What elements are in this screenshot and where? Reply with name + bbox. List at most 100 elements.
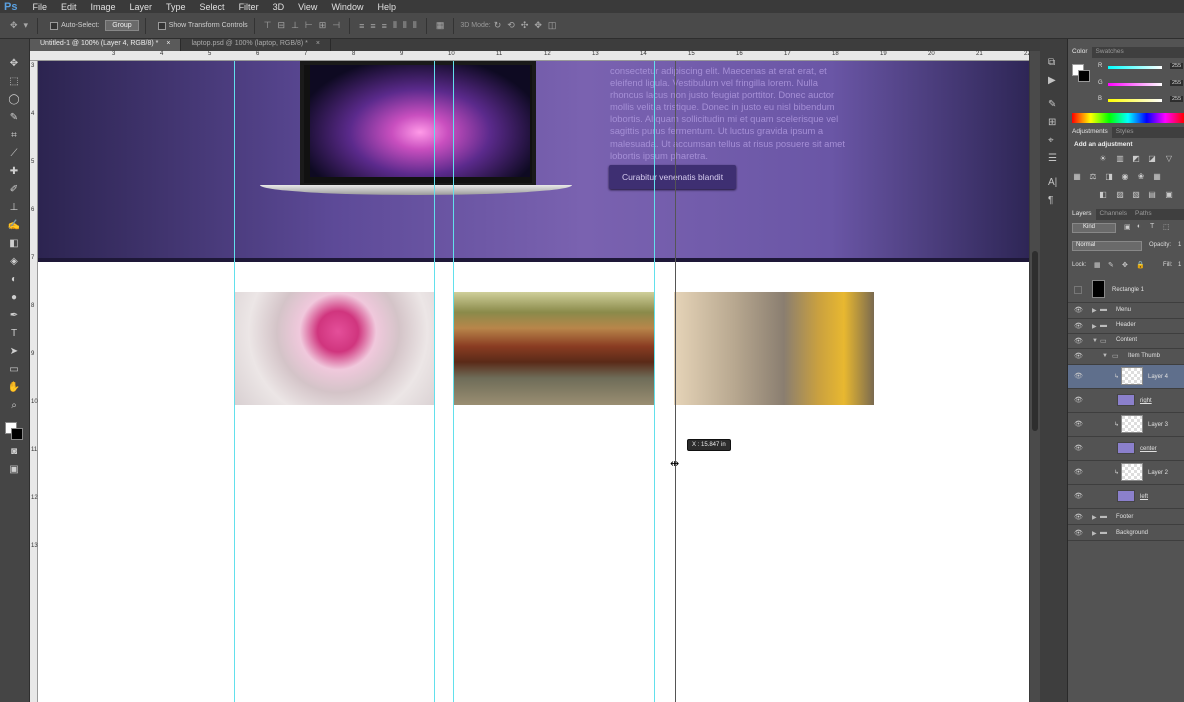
menu-edit[interactable]: Edit	[54, 2, 84, 12]
auto-select-checkbox[interactable]	[50, 21, 59, 30]
distribute-center-icon[interactable]: ⦀	[403, 20, 407, 31]
distribute-middle-icon[interactable]: ≡	[370, 21, 375, 31]
eye-icon[interactable]: 👁	[1074, 420, 1083, 428]
eyedropper-tool-icon[interactable]: ⟋	[7, 148, 21, 160]
channel-value[interactable]: 255	[1170, 96, 1184, 102]
filter-shape-icon[interactable]: ⬚	[1163, 223, 1170, 231]
blend-mode-dropdown[interactable]: Normal	[1072, 241, 1142, 251]
channel-value[interactable]: 255	[1170, 63, 1184, 69]
tab-layers[interactable]: Layers	[1068, 209, 1096, 220]
auto-select-dropdown[interactable]: Group	[105, 20, 139, 31]
eye-icon[interactable]: 👁	[1074, 337, 1083, 345]
layer-row[interactable]: 👁 ▼ ▭ Item Thumb	[1068, 349, 1184, 365]
menu-filter[interactable]: Filter	[232, 2, 266, 12]
black-white-icon[interactable]: ◨	[1104, 172, 1114, 182]
red-slider[interactable]	[1108, 66, 1162, 69]
auto-align-icon[interactable]: ▦	[436, 20, 445, 31]
threshold-icon[interactable]: ▧	[1131, 190, 1141, 200]
blur-tool-icon[interactable]: ◐	[7, 274, 21, 286]
distribute-top-icon[interactable]: ≡	[359, 21, 364, 31]
3d-scale-icon[interactable]: ◫	[548, 20, 557, 31]
properties-panel-icon[interactable]: ☰	[1048, 153, 1057, 164]
gradient-map-icon[interactable]: ▤	[1147, 190, 1157, 200]
chevron-right-icon[interactable]: ▶	[1092, 323, 1097, 330]
layer-filter-dropdown[interactable]: Kind	[1072, 223, 1116, 233]
tab-color[interactable]: Color	[1068, 47, 1092, 58]
lock-all-icon[interactable]: 🔒	[1136, 261, 1145, 269]
menu-view[interactable]: View	[291, 2, 324, 12]
clone-source-panel-icon[interactable]: ⊞	[1048, 117, 1056, 128]
shape-tool-icon[interactable]: ▭	[7, 364, 21, 376]
layer-row[interactable]: 👁 right	[1068, 389, 1184, 413]
lock-transparency-icon[interactable]: ▦	[1094, 261, 1101, 269]
photo-filter-icon[interactable]: ◉	[1120, 172, 1130, 182]
3d-roll-icon[interactable]: ⟲	[507, 20, 515, 31]
cta-button[interactable]: Curabitur venenatis blandit	[609, 165, 736, 189]
filter-pixel-icon[interactable]: ▣	[1124, 223, 1131, 231]
align-center-icon[interactable]: ⊞	[319, 20, 327, 31]
layer-row-selected[interactable]: 👁 ↳ Layer 4	[1068, 365, 1184, 389]
tab-styles[interactable]: Styles	[1112, 127, 1138, 138]
tab-swatches[interactable]: Swatches	[1092, 47, 1128, 58]
history-brush-tool-icon[interactable]: ✍	[7, 220, 21, 232]
menu-3d[interactable]: 3D	[266, 2, 292, 12]
tool-preset-chevron-icon[interactable]: ▾	[24, 20, 29, 31]
layer-row[interactable]: Rectangle 1	[1068, 278, 1184, 303]
eye-icon[interactable]: 👁	[1074, 444, 1083, 452]
posterize-icon[interactable]: ▨	[1115, 190, 1125, 200]
path-select-tool-icon[interactable]: ➤	[7, 346, 21, 358]
align-middle-icon[interactable]: ⊟	[278, 20, 286, 31]
tool-presets-panel-icon[interactable]: ⌖	[1048, 135, 1054, 146]
layer-row[interactable]: 👁 left	[1068, 485, 1184, 509]
layer-row[interactable]: 👁 ▶ ▬ Menu	[1068, 303, 1184, 319]
brush-tool-icon[interactable]: ✐	[7, 184, 21, 196]
show-transform-checkbox[interactable]	[157, 21, 166, 30]
align-bottom-icon[interactable]: ⊥	[291, 20, 299, 31]
menu-help[interactable]: Help	[370, 2, 403, 12]
guide-line[interactable]	[654, 61, 655, 702]
color-balance-icon[interactable]: ⚖	[1088, 172, 1098, 182]
scrollbar-thumb[interactable]	[1032, 251, 1038, 431]
eye-icon[interactable]: 👁	[1074, 306, 1083, 314]
eye-icon[interactable]: 👁	[1074, 529, 1083, 537]
eye-icon[interactable]: 👁	[1074, 322, 1083, 330]
hand-tool-icon[interactable]: ✋	[7, 382, 21, 394]
distribute-right-icon[interactable]: ⦀	[413, 20, 417, 31]
filter-adjustment-icon[interactable]: ◐	[1137, 223, 1141, 230]
close-icon[interactable]: ×	[316, 40, 320, 47]
align-left-icon[interactable]: ⊢	[305, 20, 313, 31]
lock-position-icon[interactable]: ✥	[1122, 261, 1128, 269]
dragging-guide-line[interactable]	[675, 61, 676, 702]
quick-select-tool-icon[interactable]: ✎	[7, 112, 21, 124]
menu-type[interactable]: Type	[159, 2, 193, 12]
layer-row[interactable]: 👁 ↳ Layer 3	[1068, 413, 1184, 437]
hue-saturation-icon[interactable]: ▦	[1072, 172, 1082, 182]
quick-mask-icon[interactable]: ◙	[7, 446, 21, 458]
move-tool-icon[interactable]: ✥	[7, 58, 21, 70]
close-icon[interactable]: ×	[166, 40, 170, 47]
color-lookup-icon[interactable]: ▦	[1152, 172, 1162, 182]
tab-paths[interactable]: Paths	[1131, 209, 1156, 220]
tab-untitled-1[interactable]: Untitled-1 @ 100% (Layer 4, RGB/8) * ×	[30, 39, 182, 51]
layer-row[interactable]: 👁 center	[1068, 437, 1184, 461]
chevron-right-icon[interactable]: ▶	[1092, 307, 1097, 314]
move-tool-icon[interactable]: ✥	[10, 20, 18, 31]
menu-file[interactable]: File	[25, 2, 54, 12]
type-tool-icon[interactable]: T	[7, 328, 21, 340]
tab-channels[interactable]: Channels	[1096, 209, 1131, 220]
distribute-bottom-icon[interactable]: ≡	[382, 21, 387, 31]
paragraph-panel-icon[interactable]: ¶	[1048, 195, 1053, 206]
menu-window[interactable]: Window	[324, 2, 370, 12]
chevron-down-icon[interactable]: ▼	[1102, 353, 1108, 359]
layer-row[interactable]: 👁 ▶ ▬ Background	[1068, 525, 1184, 541]
crop-tool-icon[interactable]: ⌗	[7, 130, 21, 142]
chevron-down-icon[interactable]: ▼	[1092, 338, 1098, 344]
visibility-toggle[interactable]	[1074, 286, 1082, 294]
lasso-tool-icon[interactable]: ◯	[7, 94, 21, 106]
stamp-tool-icon[interactable]: ⊥	[7, 202, 21, 214]
layer-row[interactable]: 👁 ▼ ▭ Content	[1068, 334, 1184, 349]
eye-icon[interactable]: 👁	[1074, 352, 1083, 360]
3d-slide-icon[interactable]: ✥	[534, 20, 542, 31]
tab-adjustments[interactable]: Adjustments	[1068, 127, 1112, 138]
background-color-swatch[interactable]	[11, 428, 23, 440]
